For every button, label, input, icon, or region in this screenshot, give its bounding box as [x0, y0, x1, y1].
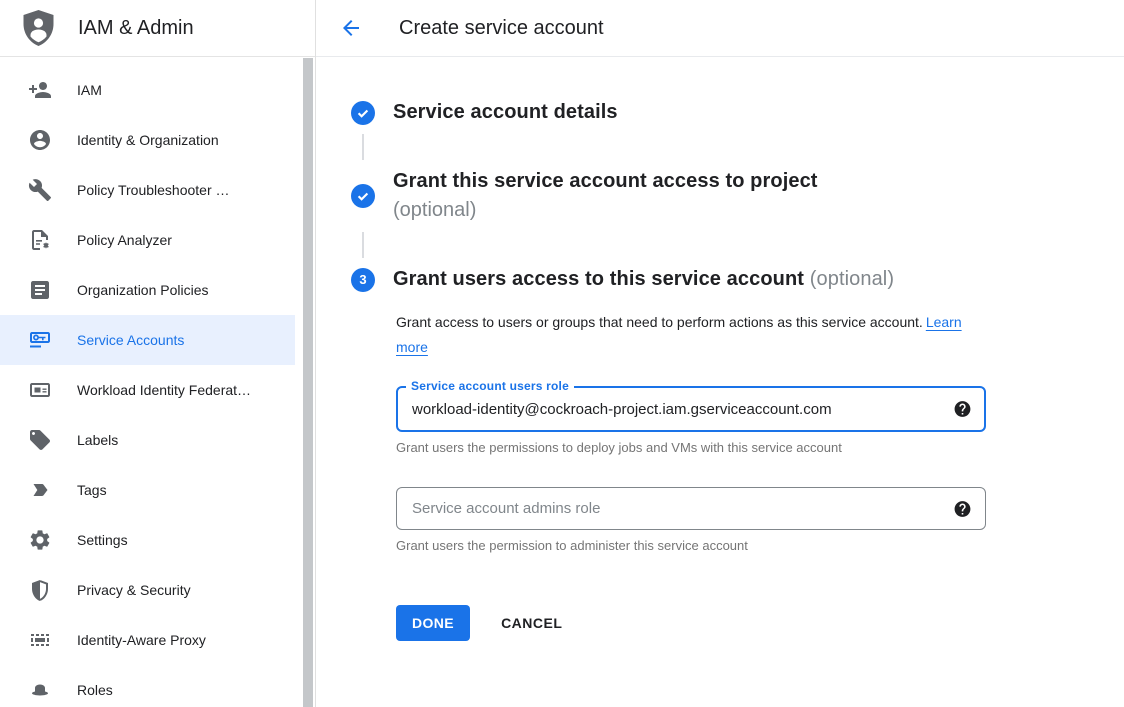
sidebar-item-label: Service Accounts — [77, 332, 184, 348]
step-3-description: Grant access to users or groups that nee… — [396, 310, 966, 360]
sidebar-item-label: IAM — [77, 82, 102, 98]
shield-icon — [28, 578, 52, 602]
shield-person-icon — [22, 10, 55, 46]
users-role-helper-text: Grant users the permissions to deploy jo… — [396, 440, 1124, 455]
arrow-back-icon — [339, 16, 363, 40]
step-connector — [362, 232, 364, 258]
sidebar-header: IAM & Admin — [0, 0, 315, 57]
sidebar: IAM & Admin IAM Identity & Organization — [0, 0, 316, 707]
person-add-icon — [28, 78, 52, 102]
sidebar-nav: IAM Identity & Organization Policy Troub… — [0, 57, 315, 707]
step-connector — [362, 134, 364, 160]
sidebar-item-policy-analyzer[interactable]: Policy Analyzer — [0, 215, 295, 265]
page-title: Create service account — [399, 17, 604, 40]
step-2-optional: (optional) — [393, 196, 818, 225]
sidebar-item-label: Tags — [77, 482, 107, 498]
sidebar-item-label: Labels — [77, 432, 118, 448]
step-3-body: Grant access to users or groups that nee… — [396, 310, 1124, 641]
sidebar-item-label: Organization Policies — [77, 282, 209, 298]
sidebar-item-labels[interactable]: Labels — [0, 415, 295, 465]
label-tag-icon — [28, 428, 52, 452]
service-account-users-role-field: Service account users role — [396, 386, 986, 432]
sidebar-item-service-accounts[interactable]: Service Accounts — [0, 315, 295, 365]
service-account-admins-role-field — [396, 487, 986, 530]
step-3-number-badge: 3 — [351, 268, 375, 292]
page-header: Create service account — [316, 0, 1124, 57]
step-3-title: Grant users access to this service accou… — [393, 265, 894, 294]
step-2-check-icon — [351, 184, 375, 208]
step-1-service-account-details: Service account details — [351, 98, 1124, 127]
step-3-optional: (optional) — [810, 268, 894, 290]
sidebar-item-roles[interactable]: Roles — [0, 665, 295, 707]
tag-arrow-icon — [28, 478, 52, 502]
form-actions: DONE CANCEL — [396, 605, 1124, 641]
sidebar-item-privacy-security[interactable]: Privacy & Security — [0, 565, 295, 615]
step-1-title: Service account details — [393, 98, 618, 127]
sidebar-item-label: Identity-Aware Proxy — [77, 632, 206, 648]
main-panel: Create service account Service account d… — [316, 0, 1124, 707]
sidebar-item-iam[interactable]: IAM — [0, 65, 295, 115]
done-button[interactable]: DONE — [396, 605, 470, 641]
step-1-check-icon — [351, 101, 375, 125]
gear-icon — [28, 528, 52, 552]
description-text: Grant access to users or groups that nee… — [396, 314, 923, 330]
proxy-frame-icon — [28, 628, 52, 652]
sidebar-scrollbar[interactable] — [303, 58, 313, 707]
step-3-grant-users-access: 3 Grant users access to this service acc… — [351, 265, 1124, 294]
admins-role-helper-text: Grant users the permission to administer… — [396, 538, 1124, 553]
sidebar-item-policy-troubleshooter[interactable]: Policy Troubleshooter … — [0, 165, 295, 215]
users-role-label: Service account users role — [406, 378, 574, 394]
help-icon[interactable] — [953, 400, 972, 419]
wrench-icon — [28, 178, 52, 202]
document-gear-icon — [28, 228, 52, 252]
sidebar-item-label: Policy Troubleshooter … — [77, 182, 230, 198]
sidebar-item-workload-identity-federation[interactable]: Workload Identity Federat… — [0, 365, 295, 415]
admins-role-input[interactable] — [396, 487, 986, 530]
sidebar-item-label: Identity & Organization — [77, 132, 219, 148]
create-service-account-form: Service account details Grant this servi… — [316, 57, 1124, 641]
sidebar-item-organization-policies[interactable]: Organization Policies — [0, 265, 295, 315]
service-account-key-icon — [28, 328, 52, 352]
document-lines-icon — [28, 278, 52, 302]
step-2-grant-access-to-project: Grant this service account access to pro… — [351, 167, 1124, 225]
step-3-title-text: Grant users access to this service accou… — [393, 268, 804, 290]
sidebar-item-label: Privacy & Security — [77, 582, 191, 598]
sidebar-item-label: Settings — [77, 532, 128, 548]
card-icon — [28, 378, 52, 402]
hat-icon — [28, 678, 52, 702]
account-circle-icon — [28, 128, 52, 152]
sidebar-item-tags[interactable]: Tags — [0, 465, 295, 515]
sidebar-item-identity-aware-proxy[interactable]: Identity-Aware Proxy — [0, 615, 295, 665]
cancel-button[interactable]: CANCEL — [501, 615, 562, 631]
sidebar-item-identity-organization[interactable]: Identity & Organization — [0, 115, 295, 165]
help-icon[interactable] — [953, 499, 972, 518]
sidebar-item-label: Policy Analyzer — [77, 232, 172, 248]
iam-admin-app: IAM & Admin IAM Identity & Organization — [0, 0, 1124, 707]
sidebar-item-label: Workload Identity Federat… — [77, 382, 251, 398]
sidebar-item-settings[interactable]: Settings — [0, 515, 295, 565]
sidebar-item-label: Roles — [77, 682, 113, 698]
step-2-title: Grant this service account access to pro… — [393, 167, 818, 196]
product-title: IAM & Admin — [78, 17, 194, 40]
back-button[interactable] — [339, 16, 363, 40]
